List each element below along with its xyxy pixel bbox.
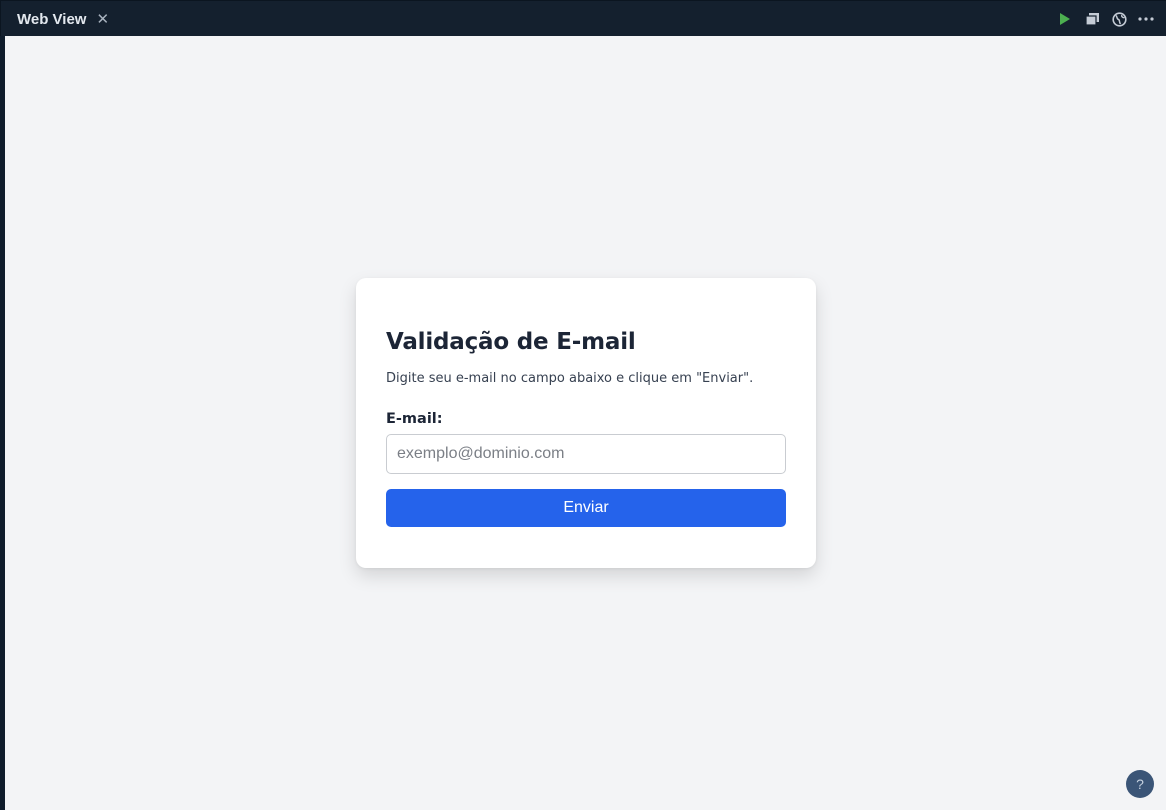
form-title: Validação de E-mail — [386, 329, 636, 355]
tab-bar: Web View ✕ — [0, 0, 1166, 36]
email-label: E-mail: — [386, 411, 443, 427]
play-icon[interactable] — [1057, 11, 1073, 27]
globe-icon[interactable] — [1111, 11, 1127, 27]
tab-title: Web View — [17, 10, 87, 28]
close-icon[interactable]: ✕ — [96, 11, 109, 27]
toolbar-actions — [1057, 1, 1154, 37]
tab-web-view[interactable]: Web View ✕ — [1, 1, 125, 37]
help-button[interactable]: ? — [1126, 770, 1154, 798]
email-validation-card: Validação de E-mail Digite seu e-mail no… — [356, 278, 816, 568]
windows-icon[interactable] — [1084, 11, 1100, 27]
web-view-window: Web View ✕ Validação de E-mail Digite se… — [0, 0, 1166, 810]
submit-button[interactable]: Enviar — [386, 489, 786, 527]
form-description: Digite seu e-mail no campo abaixo e cliq… — [386, 371, 754, 386]
more-icon[interactable] — [1138, 11, 1154, 27]
email-field[interactable] — [386, 434, 786, 474]
web-view-content: Validação de E-mail Digite seu e-mail no… — [5, 36, 1166, 810]
